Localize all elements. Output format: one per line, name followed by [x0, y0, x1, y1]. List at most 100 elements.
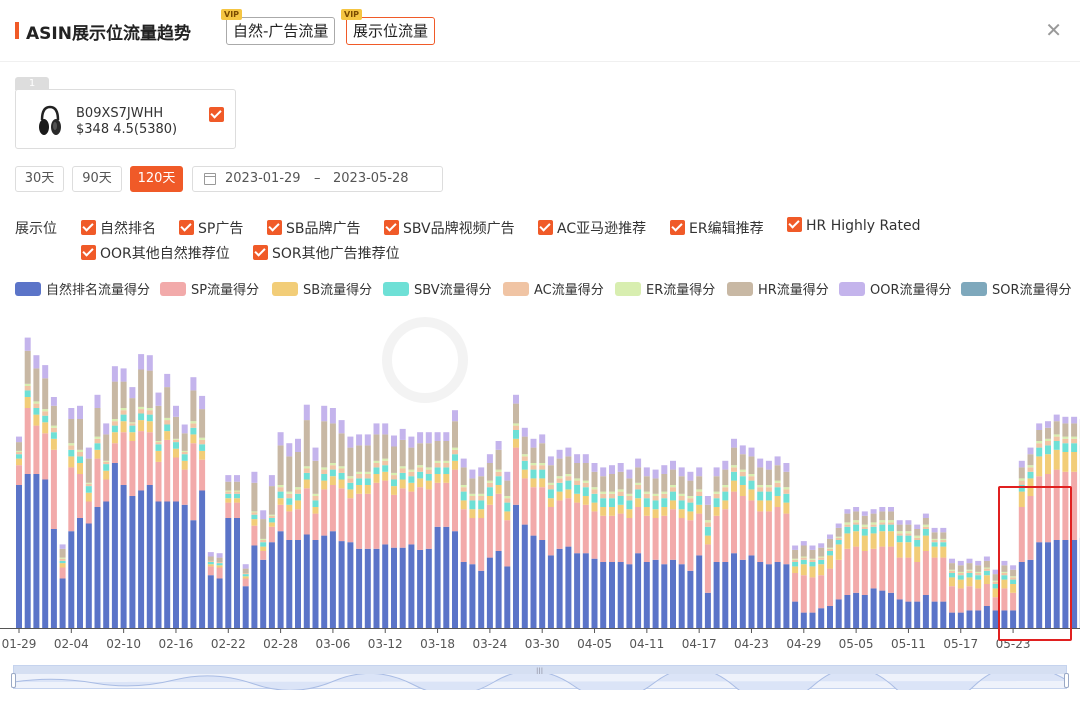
bar-segment[interactable]	[844, 526, 851, 534]
bar-segment[interactable]	[452, 460, 458, 470]
bar-segment[interactable]	[914, 601, 921, 628]
bar-segment[interactable]	[600, 515, 607, 562]
bar-segment[interactable]	[59, 567, 66, 579]
bar-segment[interactable]	[382, 465, 389, 472]
bar-segment[interactable]	[33, 368, 40, 402]
bar-segment[interactable]	[338, 468, 345, 473]
bar-segment[interactable]	[486, 454, 493, 463]
bar-segment[interactable]	[600, 491, 607, 494]
bar-segment[interactable]	[478, 476, 485, 494]
bar-segment[interactable]	[504, 498, 511, 503]
bar-segment[interactable]	[303, 420, 310, 467]
legend-er[interactable]: ER流量得分	[615, 279, 715, 298]
bar-segment[interactable]	[216, 565, 223, 568]
bar-segment[interactable]	[678, 500, 685, 510]
bar-segment[interactable]	[1027, 465, 1034, 468]
bar-segment[interactable]	[861, 526, 868, 529]
bar-segment[interactable]	[521, 454, 528, 457]
bar-segment[interactable]	[591, 463, 598, 472]
bar-segment[interactable]	[173, 448, 179, 458]
bar-segment[interactable]	[68, 456, 75, 468]
bar-segment[interactable]	[478, 500, 485, 510]
bar-segment[interactable]	[155, 392, 162, 406]
bar-segment[interactable]	[513, 425, 519, 430]
bar-segment[interactable]	[975, 588, 982, 611]
filter-sb-ad[interactable]: SB品牌广告	[267, 218, 361, 238]
bar-segment[interactable]	[565, 546, 572, 628]
bar-segment[interactable]	[713, 515, 720, 562]
bar-segment[interactable]	[373, 482, 380, 549]
bar-segment[interactable]	[50, 427, 57, 433]
bar-segment[interactable]	[277, 445, 284, 485]
bar-segment[interactable]	[678, 467, 685, 477]
bar-segment[interactable]	[486, 482, 493, 488]
bar-segment[interactable]	[547, 498, 554, 507]
bar-segment[interactable]	[556, 449, 563, 459]
bar-segment[interactable]	[896, 520, 903, 525]
bar-segment[interactable]	[321, 480, 328, 490]
bar-segment[interactable]	[190, 434, 197, 444]
bar-segment[interactable]	[966, 558, 973, 564]
bar-segment[interactable]	[696, 491, 703, 496]
bar-segment[interactable]	[670, 509, 676, 560]
bar-segment[interactable]	[495, 471, 502, 477]
bar-segment[interactable]	[905, 520, 912, 525]
bar-segment[interactable]	[739, 559, 746, 628]
bar-segment[interactable]	[1027, 447, 1034, 455]
bar-segment[interactable]	[940, 532, 947, 539]
bar-segment[interactable]	[16, 450, 22, 452]
bar-segment[interactable]	[713, 491, 720, 494]
bar-segment[interactable]	[77, 456, 83, 463]
bar-segment[interactable]	[59, 557, 66, 559]
bar-segment[interactable]	[835, 540, 842, 545]
bar-segment[interactable]	[251, 482, 258, 512]
bar-segment[interactable]	[975, 573, 982, 576]
bar-segment[interactable]	[469, 564, 476, 628]
bar-segment[interactable]	[242, 573, 249, 575]
bar-segment[interactable]	[1036, 441, 1043, 444]
bar-segment[interactable]	[626, 500, 633, 510]
bar-segment[interactable]	[495, 469, 502, 472]
bar-segment[interactable]	[425, 467, 432, 470]
bar-segment[interactable]	[853, 531, 860, 547]
filter-oor[interactable]: OOR其他自然推荐位	[81, 243, 230, 263]
bar-segment[interactable]	[748, 456, 755, 474]
bar-segment[interactable]	[530, 447, 537, 463]
checkbox-icon[interactable]	[179, 220, 194, 235]
bar-segment[interactable]	[556, 491, 563, 501]
bar-segment[interactable]	[356, 478, 363, 485]
filter-ac[interactable]: AC亚马逊推荐	[538, 218, 646, 238]
bar-segment[interactable]	[748, 489, 755, 501]
bar-segment[interactable]	[399, 468, 406, 473]
bar-segment[interactable]	[513, 423, 519, 426]
bar-segment[interactable]	[469, 518, 476, 565]
bar-segment[interactable]	[765, 487, 772, 492]
bar-segment[interactable]	[609, 507, 615, 516]
bar-segment[interactable]	[138, 431, 145, 491]
bar-segment[interactable]	[120, 408, 127, 411]
checkbox-icon[interactable]	[81, 245, 96, 260]
bar-segment[interactable]	[827, 548, 833, 551]
bar-segment[interactable]	[338, 466, 345, 469]
bar-segment[interactable]	[42, 479, 49, 629]
bar-segment[interactable]	[870, 524, 877, 527]
bar-segment[interactable]	[888, 592, 894, 628]
bar-segment[interactable]	[199, 459, 206, 491]
bar-segment[interactable]	[966, 563, 973, 570]
filter-natural-rank[interactable]: 自然排名	[81, 218, 156, 238]
bar-segment[interactable]	[827, 551, 833, 556]
bar-segment[interactable]	[338, 488, 345, 542]
bar-segment[interactable]	[530, 465, 537, 470]
bar-segment[interactable]	[853, 520, 860, 523]
bar-segment[interactable]	[983, 575, 990, 584]
bar-segment[interactable]	[190, 390, 197, 422]
bar-segment[interactable]	[513, 430, 519, 439]
bar-segment[interactable]	[460, 491, 467, 501]
bar-segment[interactable]	[251, 514, 258, 520]
bar-segment[interactable]	[111, 419, 118, 422]
bar-segment[interactable]	[931, 601, 938, 628]
bar-segment[interactable]	[434, 482, 441, 527]
bar-segment[interactable]	[129, 432, 136, 441]
bar-segment[interactable]	[774, 496, 781, 507]
bar-segment[interactable]	[678, 476, 685, 494]
